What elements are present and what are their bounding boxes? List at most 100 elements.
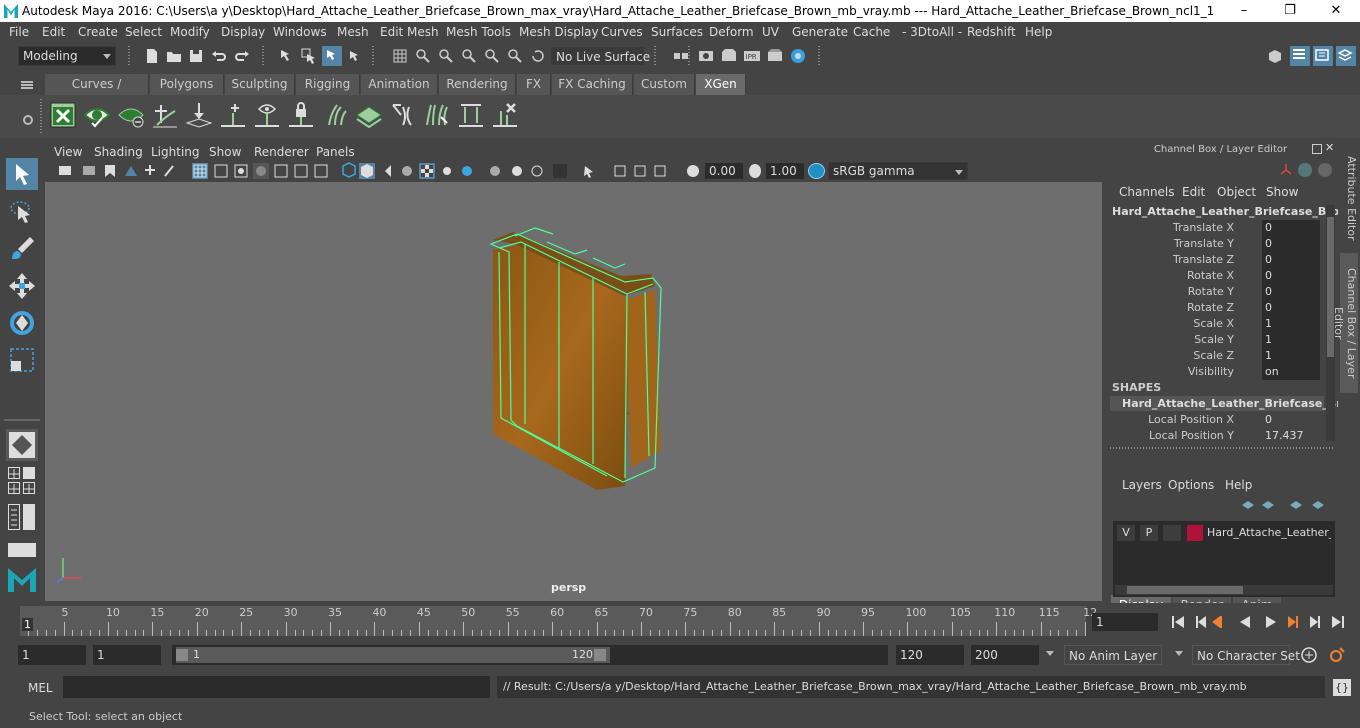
menu-windows[interactable]: Windows xyxy=(273,25,327,39)
snap-live-icon[interactable] xyxy=(506,47,524,65)
xgen-guide-delete-icon[interactable] xyxy=(491,101,519,129)
xgen-sculpt-guide-icon[interactable] xyxy=(185,101,213,129)
attr-row-local-position-y[interactable]: Local Position Y 17.437 xyxy=(1104,428,1324,444)
panel-menu-shading[interactable]: Shading xyxy=(94,145,143,159)
attr-value[interactable]: 17.437 xyxy=(1262,428,1320,444)
workspace-icon[interactable] xyxy=(1266,47,1284,65)
menu-edit-mesh[interactable]: Edit Mesh xyxy=(380,25,439,39)
persp-outliner-layout-icon[interactable] xyxy=(23,467,35,479)
menu-create[interactable]: Create xyxy=(78,25,118,39)
panel-toolbar-icons[interactable] xyxy=(55,162,705,180)
close-button[interactable]: ✕ xyxy=(1313,0,1359,22)
xgen-guide-lock-icon[interactable] xyxy=(287,101,315,129)
time-slider-ruler[interactable]: 5 10 15 20 25 30 35 40 45 50 55 60 65 70 75 80 85 90 95 100… xyxy=(20,606,1097,636)
attr-row-rotate-y[interactable]: Rotate Y 0 xyxy=(1104,284,1324,300)
attr-value[interactable]: 1 xyxy=(1262,332,1320,348)
key-settings-icon[interactable] xyxy=(1300,646,1318,664)
channels-menu-object[interactable]: Object xyxy=(1217,185,1256,199)
layer-list-hscrollbar[interactable] xyxy=(1115,585,1333,595)
time-slider[interactable]: 5 10 15 20 25 30 35 40 45 50 55 60 65 70 75 80 85 90 95 100… xyxy=(0,603,1360,639)
selected-object-name[interactable]: Hard_Attache_Leather_Briefcase_Brow... xyxy=(1112,205,1360,218)
float-panel-icon[interactable] xyxy=(1312,144,1322,154)
attr-row-scale-z[interactable]: Scale Z 1 xyxy=(1104,348,1324,364)
shelf-settings-gear-icon[interactable] xyxy=(23,115,33,125)
panel-menu-panels[interactable]: Panels xyxy=(316,145,355,159)
snap-point-icon[interactable] xyxy=(437,47,455,65)
gamma-field[interactable]: 1.00 xyxy=(766,163,804,179)
attr-value[interactable]: 0 xyxy=(1262,236,1320,252)
select-component-icon[interactable] xyxy=(322,46,342,66)
snap-surface-icon[interactable] xyxy=(483,47,501,65)
ipr-render-icon[interactable]: IPR xyxy=(743,47,761,65)
panel-menu-show[interactable]: Show xyxy=(209,145,241,159)
rotate-tool-icon[interactable] xyxy=(6,307,38,339)
briefcase-model[interactable] xyxy=(45,182,1102,601)
menu-mesh-display[interactable]: Mesh Display xyxy=(519,25,599,39)
menu-mesh[interactable]: Mesh xyxy=(337,25,369,39)
scale-tool-icon[interactable] xyxy=(6,344,38,376)
menu-file[interactable]: File xyxy=(9,25,29,39)
xgen-guide-cut-icon[interactable] xyxy=(457,101,485,129)
single-pane-layout-icon[interactable] xyxy=(6,429,38,461)
snap-view-icon[interactable] xyxy=(460,47,478,65)
toggle-channel-box-icon[interactable] xyxy=(1290,46,1310,66)
attr-value[interactable]: 0 xyxy=(1262,284,1320,300)
script-editor-icon[interactable]: {} xyxy=(1333,679,1351,696)
live-surface-field[interactable]: No Live Surface xyxy=(551,47,650,65)
attr-value[interactable]: 0 xyxy=(1262,220,1320,236)
anim-layer-dropdown[interactable]: No Anim Layer xyxy=(1064,645,1162,665)
playback-start-field[interactable]: 1 xyxy=(93,645,161,665)
four-pane-layout-icon[interactable] xyxy=(8,467,20,479)
shelf-menu-icon[interactable] xyxy=(21,84,33,86)
attr-row-rotate-z[interactable]: Rotate Z 0 xyxy=(1104,300,1324,316)
chevron-down-icon[interactable] xyxy=(1046,651,1054,656)
panel-menu-lighting[interactable]: Lighting xyxy=(151,145,200,159)
menu-select[interactable]: Select xyxy=(125,25,162,39)
animation-end-field[interactable]: 200 xyxy=(971,645,1039,665)
tab-rigging[interactable]: Rigging xyxy=(296,74,360,95)
channel-box-speed-icon[interactable] xyxy=(1298,163,1312,177)
color-space-dropdown[interactable]: sRGB gamma xyxy=(828,162,968,180)
panel-menu-view[interactable]: View xyxy=(54,145,82,159)
menu-display[interactable]: Display xyxy=(221,25,265,39)
xgen-guide-rebuild-icon[interactable] xyxy=(321,101,349,129)
menu-mesh-tools[interactable]: Mesh Tools xyxy=(446,25,511,39)
new-scene-icon[interactable] xyxy=(143,47,161,65)
timeline-layout-icon[interactable] xyxy=(8,543,36,557)
render-frame-icon[interactable] xyxy=(720,47,738,65)
side-tab-attribute-editor[interactable]: Attribute Editor xyxy=(1340,153,1358,243)
hypershade-icon[interactable] xyxy=(789,47,807,65)
menu-generate[interactable]: Generate xyxy=(792,25,848,39)
xgen-guide-add-icon[interactable] xyxy=(219,101,247,129)
move-tool-icon[interactable] xyxy=(6,270,38,302)
attr-row-rotate-x[interactable]: Rotate X 0 xyxy=(1104,268,1324,284)
xgen-preview-icon[interactable] xyxy=(83,101,111,129)
current-frame-marker[interactable]: 1 xyxy=(22,618,33,631)
animation-start-field[interactable]: 1 xyxy=(18,645,86,665)
tab-rendering[interactable]: Rendering xyxy=(439,74,516,95)
menu-deform[interactable]: Deform xyxy=(709,25,754,39)
toggle-attribute-editor-icon[interactable] xyxy=(1313,46,1333,66)
attr-row-scale-x[interactable]: Scale X 1 xyxy=(1104,316,1324,332)
outliner-layout-icon[interactable] xyxy=(8,504,20,530)
layer-name[interactable]: Hard_Attache_Leather_Bi xyxy=(1207,526,1331,539)
panel-menu-renderer[interactable]: Renderer xyxy=(254,145,309,159)
snap-curve-icon[interactable] xyxy=(414,47,432,65)
channels-menu-channels[interactable]: Channels xyxy=(1119,185,1175,199)
attr-value[interactable]: 1 xyxy=(1262,348,1320,364)
attr-row-local-position-x[interactable]: Local Position X 0 xyxy=(1104,412,1324,428)
range-slider-bar[interactable]: 1 120 xyxy=(176,647,610,663)
menu-modify[interactable]: Modify xyxy=(170,25,210,39)
layer-buttons-icons[interactable] xyxy=(1240,498,1330,512)
tab-xgen[interactable]: XGen xyxy=(696,74,746,95)
paint-select-tool-icon[interactable] xyxy=(6,233,38,265)
menu-edit[interactable]: Edit xyxy=(42,25,65,39)
range-end-handle[interactable] xyxy=(594,649,606,661)
layers-menu-help[interactable]: Help xyxy=(1225,478,1252,492)
layer-visibility-toggle[interactable]: V xyxy=(1117,525,1135,541)
xgen-grooming-icon[interactable] xyxy=(423,101,451,129)
tab-animation[interactable]: Animation xyxy=(361,74,438,95)
range-slider-track[interactable]: 1 120 xyxy=(172,645,888,665)
3d-viewport[interactable]: persp xyxy=(45,182,1102,601)
scrollbar-thumb[interactable] xyxy=(1127,586,1243,594)
